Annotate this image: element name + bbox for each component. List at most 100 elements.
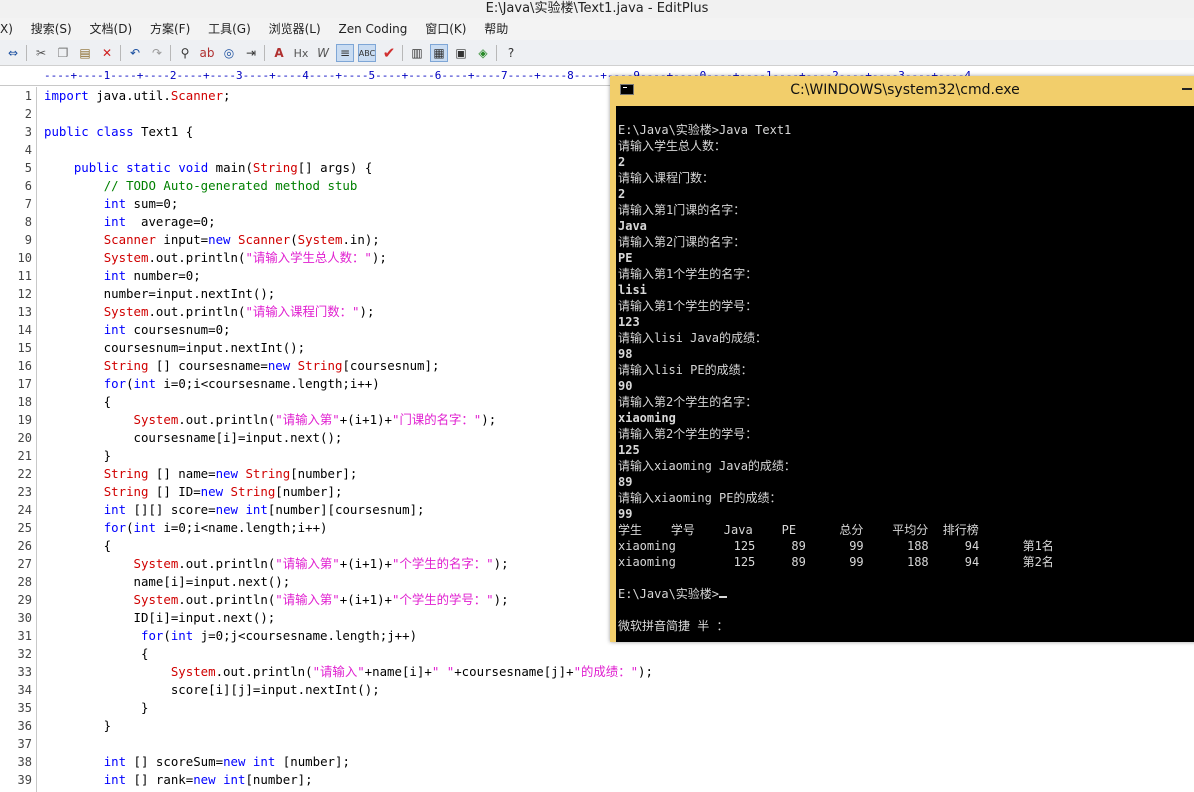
- code-line[interactable]: // TODO Auto-generated method stub: [44, 177, 358, 195]
- menu-item-zen-coding[interactable]: Zen Coding: [332, 18, 415, 40]
- console-line: E:\Java\实验楼>Java Text1: [618, 123, 792, 137]
- font-icon[interactable]: A: [270, 44, 288, 62]
- find-in-files-icon[interactable]: ◎: [220, 44, 238, 62]
- paste-icon[interactable]: ▤: [76, 44, 94, 62]
- code-line[interactable]: System.out.println("请输入第"+(i+1)+"门课的名字："…: [44, 411, 497, 429]
- code-line[interactable]: public class Text1 {: [44, 123, 193, 141]
- console-line: xiaoming: [618, 411, 676, 425]
- console-line: 125: [618, 443, 640, 457]
- toggle-panel-icon[interactable]: ⇔: [4, 44, 22, 62]
- delete-icon[interactable]: ✕: [98, 44, 116, 62]
- line-number: 11: [17, 269, 32, 283]
- code-line[interactable]: ID[i]=input.next();: [44, 609, 276, 627]
- console-line: 请输入第2个学生的名字：: [618, 395, 758, 409]
- code-line[interactable]: coursesnum=input.nextInt();: [44, 339, 305, 357]
- line-number: 22: [17, 467, 32, 481]
- menu-item-window[interactable]: 窗口(K): [419, 18, 474, 40]
- window-title: E:\Java\实验楼\Text1.java - EditPlus: [485, 1, 709, 16]
- line-number: 30: [17, 611, 32, 625]
- code-line[interactable]: System.out.println("请输入第"+(i+1)+"个学生的学号：…: [44, 591, 509, 609]
- cmd-console-output[interactable]: E:\Java\实验楼>Java Text1 请输入学生总人数： 2 请输入课程门数：…: [616, 106, 1194, 642]
- code-line[interactable]: }: [44, 717, 111, 735]
- menu-bar: X) 搜索(S) 文档(D) 方案(F) 工具(G) 浏览器(L) Zen Co…: [0, 18, 1194, 40]
- directory-window-icon[interactable]: ▥: [408, 44, 426, 62]
- code-line[interactable]: for(int j=0;j<coursesname.length;j++): [44, 627, 417, 645]
- menu-item-document[interactable]: 文档(D): [84, 18, 141, 40]
- replace-icon[interactable]: ab: [198, 44, 216, 62]
- line-number: 4: [24, 143, 32, 157]
- code-line[interactable]: }: [44, 447, 111, 465]
- menu-item-search[interactable]: 搜索(S): [25, 18, 80, 40]
- code-line[interactable]: int [] rank=new int[number];: [44, 771, 313, 789]
- line-number: 18: [17, 395, 32, 409]
- line-number: 27: [17, 557, 32, 571]
- code-line[interactable]: String [] coursesname=new String[courses…: [44, 357, 440, 375]
- undo-icon[interactable]: ↶: [126, 44, 144, 62]
- code-line[interactable]: int sum=0;: [44, 195, 179, 213]
- code-line[interactable]: number=input.nextInt();: [44, 285, 276, 303]
- line-number: 23: [17, 485, 32, 499]
- code-line[interactable]: {: [44, 393, 111, 411]
- minimize-icon[interactable]: [1182, 88, 1192, 90]
- line-number: 25: [17, 521, 32, 535]
- code-line[interactable]: score[i][j]=input.nextInt();: [44, 681, 380, 699]
- menu-item-help[interactable]: 帮助: [478, 18, 516, 40]
- code-line[interactable]: System.out.println("请输入学生总人数：");: [44, 249, 387, 267]
- redo-icon[interactable]: ↷: [148, 44, 166, 62]
- help-icon[interactable]: ?: [502, 44, 520, 62]
- hex-view-icon[interactable]: Hx: [292, 44, 310, 62]
- code-line[interactable]: int [] scoreSum=new int [number];: [44, 753, 350, 771]
- code-line[interactable]: {: [44, 645, 148, 663]
- cut-icon[interactable]: ✂: [32, 44, 50, 62]
- menu-item-browser[interactable]: 浏览器(L): [263, 18, 329, 40]
- code-line[interactable]: coursesname[i]=input.next();: [44, 429, 343, 447]
- toolbar-separator: [496, 45, 497, 61]
- line-number: 7: [24, 197, 32, 211]
- menu-item-x[interactable]: X): [0, 18, 21, 40]
- console-line: 请输入lisi PE的成绩：: [618, 363, 753, 377]
- find-icon[interactable]: ⚲: [176, 44, 194, 62]
- console-line: 请输入第1个学生的学号：: [618, 299, 758, 313]
- line-number: 39: [17, 773, 32, 787]
- menu-item-tools[interactable]: 工具(G): [202, 18, 259, 40]
- code-line[interactable]: int average=0;: [44, 213, 216, 231]
- browser-icon[interactable]: ◈: [474, 44, 492, 62]
- cliptext-window-icon[interactable]: ▦: [430, 44, 448, 62]
- line-number: 21: [17, 449, 32, 463]
- code-line[interactable]: System.out.println("请输入课程门数：");: [44, 303, 375, 321]
- line-number-icon[interactable]: ≡: [336, 44, 354, 62]
- menu-item-project[interactable]: 方案(F): [144, 18, 198, 40]
- code-line[interactable]: {: [44, 537, 111, 555]
- code-line[interactable]: System.out.println("请输入"+name[i]+" "+cou…: [44, 663, 653, 681]
- goto-line-icon[interactable]: ⇥: [242, 44, 260, 62]
- cmd-window[interactable]: C:\WINDOWS\system32\cmd.exe E:\Java\实验楼>…: [610, 76, 1194, 642]
- line-number: 12: [17, 287, 32, 301]
- code-line[interactable]: for(int i=0;i<coursesname.length;i++): [44, 375, 380, 393]
- line-number: 20: [17, 431, 32, 445]
- spellcheck-icon[interactable]: ✔: [380, 44, 398, 62]
- code-line[interactable]: int number=0;: [44, 267, 201, 285]
- word-wrap-icon[interactable]: W: [314, 44, 332, 62]
- code-line[interactable]: }: [44, 699, 148, 717]
- console-line: 123: [618, 315, 640, 329]
- line-number: 8: [24, 215, 32, 229]
- code-line[interactable]: int [][] score=new int[number][coursesnu…: [44, 501, 425, 519]
- line-number-gutter: 1 2 3 4 5 6 7 8 9 10 11 12 13 14 15 16 17 18 19 20 21 22 23 24 2…: [0, 87, 37, 792]
- code-line[interactable]: for(int i=0;i<name.length;i++): [44, 519, 328, 537]
- line-number: 1: [24, 89, 32, 103]
- line-number: 35: [17, 701, 32, 715]
- code-line[interactable]: public static void main(String[] args) {: [44, 159, 372, 177]
- output-window-icon[interactable]: ▣: [452, 44, 470, 62]
- code-line[interactable]: System.out.println("请输入第"+(i+1)+"个学生的名字：…: [44, 555, 509, 573]
- console-line: 请输入lisi Java的成绩：: [618, 331, 768, 345]
- code-line[interactable]: String [] name=new String[number];: [44, 465, 358, 483]
- code-line[interactable]: import java.util.Scanner;: [44, 87, 231, 105]
- code-line[interactable]: name[i]=input.next();: [44, 573, 291, 591]
- code-line[interactable]: Scanner input=new Scanner(System.in);: [44, 231, 380, 249]
- code-line[interactable]: String [] ID=new String[number];: [44, 483, 343, 501]
- copy-icon[interactable]: ❐: [54, 44, 72, 62]
- code-line[interactable]: int coursesnum=0;: [44, 321, 231, 339]
- line-number: 17: [17, 377, 32, 391]
- console-line: lisi: [618, 283, 647, 297]
- ruler-icon[interactable]: ABC: [358, 44, 376, 62]
